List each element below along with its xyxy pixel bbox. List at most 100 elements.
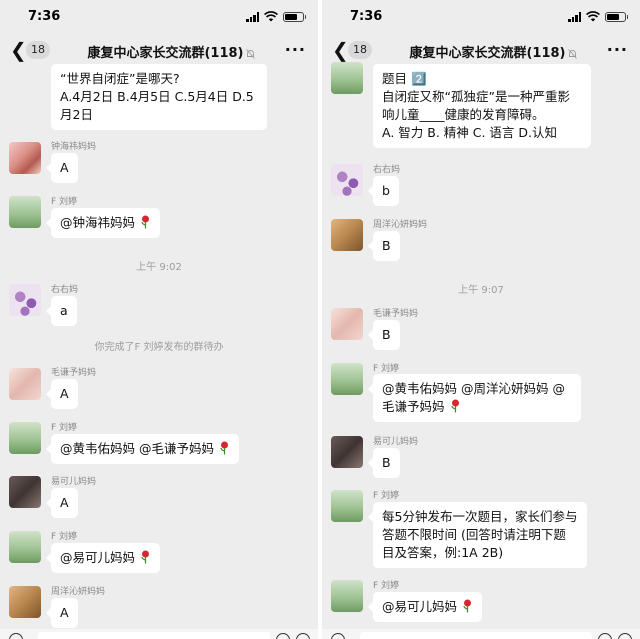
wifi-icon (586, 11, 600, 22)
back-icon[interactable]: ❮ (332, 39, 349, 61)
chat-screen-right: 7:36 ❮ 18 康复中心家长交流群(118) ··· 题目 2️⃣ 自闭症又… (322, 0, 640, 639)
unread-badge[interactable]: 18 (348, 41, 372, 59)
sender-name: 右右妈 (373, 165, 401, 175)
message-text: @黄韦佑妈妈 @毛谦予妈妈 (60, 441, 214, 456)
message-bubble[interactable]: A (46, 379, 78, 409)
chat-title: 康复中心家长交流群(118) (386, 42, 600, 61)
sender-name: 钟海祎妈妈 (51, 142, 97, 152)
avatar[interactable] (331, 363, 363, 395)
avatar[interactable] (331, 490, 363, 522)
sender-name: 易可儿妈妈 (51, 477, 97, 487)
message-bubble[interactable]: 每5分钟发布一次题目，家长们参与答题不限时间 (回答时请注明下题目及答案，例:1… (368, 502, 587, 568)
avatar[interactable] (9, 476, 41, 508)
sender-name: F 刘婷 (373, 581, 400, 591)
battery-icon (605, 11, 628, 22)
message-text: @钟海祎妈妈 (60, 215, 136, 230)
status-bar: 7:36 (322, 0, 640, 34)
avatar[interactable] (9, 586, 41, 618)
message-input[interactable] (360, 632, 592, 639)
system-notice: 你完成了F 刘婷发布的群待办 (94, 342, 224, 353)
emoji-icon[interactable] (276, 633, 290, 639)
voice-icon[interactable] (9, 633, 23, 639)
chat-screen-left: 7:36 ❮ 18 康复中心家长交流群(118) ··· “世界自闭症”是哪天?… (0, 0, 318, 639)
sender-name: F 刘婷 (51, 532, 78, 542)
sender-name: F 刘婷 (51, 423, 78, 433)
signal-icon (568, 11, 581, 22)
status-icons (246, 11, 306, 22)
emoji-icon[interactable] (598, 633, 612, 639)
avatar[interactable] (331, 580, 363, 612)
timestamp: 上午 9:02 (136, 262, 182, 273)
plus-icon[interactable] (296, 633, 310, 639)
message-bubble[interactable]: b (368, 176, 399, 206)
sender-name: 周洋沁妍妈妈 (373, 220, 428, 230)
rose-icon (450, 399, 459, 413)
signal-icon (246, 11, 259, 22)
message-bubble[interactable]: @黄韦佑妈妈 @周洋沁妍妈妈 @毛谦予妈妈 (368, 374, 581, 422)
sender-name: 毛谦予妈妈 (51, 368, 97, 378)
status-time: 7:36 (350, 9, 383, 24)
battery-icon (283, 11, 306, 22)
sender-name: F 刘婷 (51, 197, 78, 207)
message-bubble[interactable]: “世界自闭症”是哪天? A.4月2日 B.4月5日 C.5月4日 D.5月2日 (51, 64, 267, 130)
avatar[interactable] (331, 308, 363, 340)
input-bar (322, 629, 640, 639)
wifi-icon (264, 11, 278, 22)
message-bubble[interactable]: B (368, 320, 400, 350)
chat-title-text: 康复中心家长交流群(118) (87, 46, 244, 61)
message-input[interactable] (38, 632, 270, 639)
message-bubble[interactable]: A (46, 598, 78, 628)
status-icons (568, 11, 628, 22)
message-bubble[interactable]: A (46, 153, 78, 183)
avatar[interactable] (331, 62, 363, 94)
rose-icon (141, 215, 150, 229)
bell-off-icon (245, 48, 255, 59)
avatar[interactable] (9, 422, 41, 454)
sender-name: F 刘婷 (373, 491, 400, 501)
message-list[interactable]: “世界自闭症”是哪天? A.4月2日 B.4月5日 C.5月4日 D.5月2日 … (0, 64, 318, 639)
message-text: @易可儿妈妈 (382, 599, 458, 614)
nav-bar: ❮ 18 康复中心家长交流群(118) ··· (322, 34, 640, 68)
rose-icon (463, 599, 472, 613)
message-text: @黄韦佑妈妈 @周洋沁妍妈妈 @毛谦予妈妈 (382, 381, 565, 414)
message-bubble[interactable]: B (368, 231, 400, 261)
sender-name: F 刘婷 (373, 364, 400, 374)
more-icon[interactable]: ··· (607, 40, 628, 59)
avatar[interactable] (9, 142, 41, 174)
avatar[interactable] (9, 196, 41, 228)
avatar[interactable] (9, 531, 41, 563)
message-bubble[interactable]: @黄韦佑妈妈 @毛谦予妈妈 (46, 434, 239, 464)
rose-icon (220, 441, 228, 455)
message-bubble[interactable]: 题目 2️⃣ 自闭症又称“孤独症”是一种严重影响儿童____健康的发育障碍。 A… (373, 64, 591, 148)
message-bubble[interactable]: @易可儿妈妈 (45, 543, 161, 573)
message-bubble[interactable]: B (368, 448, 400, 478)
message-bubble[interactable]: @钟海祎妈妈 (45, 208, 161, 238)
avatar[interactable] (331, 219, 363, 251)
message-bubble[interactable]: A (46, 488, 78, 518)
sender-name: 毛谦予妈妈 (373, 309, 419, 319)
nav-bar: ❮ 18 康复中心家长交流群(118) ··· (0, 34, 318, 68)
bell-off-icon (567, 48, 577, 59)
back-icon[interactable]: ❮ (10, 39, 27, 61)
avatar[interactable] (331, 164, 363, 196)
sender-name: 周洋沁妍妈妈 (51, 587, 106, 597)
chat-title-text: 康复中心家长交流群(118) (409, 46, 566, 61)
sender-name: 易可儿妈妈 (373, 437, 419, 447)
unread-badge[interactable]: 18 (26, 41, 50, 59)
sender-name: 右右妈 (51, 285, 79, 295)
message-list[interactable]: 题目 2️⃣ 自闭症又称“孤独症”是一种严重影响儿童____健康的发育障碍。 A… (322, 62, 640, 639)
chat-title: 康复中心家长交流群(118) (64, 42, 278, 61)
status-time: 7:36 (28, 9, 61, 24)
plus-icon[interactable] (618, 633, 632, 639)
avatar[interactable] (331, 436, 363, 468)
status-bar: 7:36 (0, 0, 318, 34)
avatar[interactable] (9, 284, 41, 316)
avatar[interactable] (9, 368, 41, 400)
message-bubble[interactable]: @易可儿妈妈 (367, 592, 483, 622)
message-text: @易可儿妈妈 (60, 550, 136, 565)
message-bubble[interactable]: a (46, 296, 77, 326)
rose-icon (141, 550, 150, 564)
timestamp: 上午 9:07 (458, 285, 504, 296)
voice-icon[interactable] (331, 633, 345, 639)
more-icon[interactable]: ··· (285, 40, 306, 59)
